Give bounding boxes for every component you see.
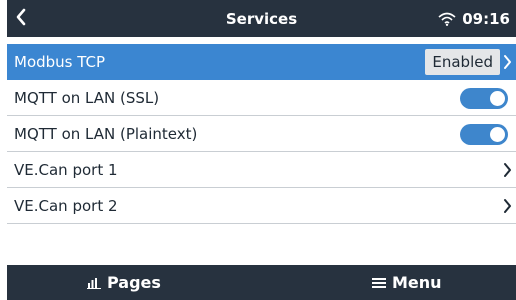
status-area: 09:16 (438, 0, 510, 37)
services-list: Modbus TCP Enabled MQTT on LAN (SSL) MQT… (7, 44, 516, 224)
chevron-right-icon (500, 152, 514, 188)
device-screen: Services 09:16 Modbus TCP Enabled MQTT o… (7, 0, 516, 300)
top-bar: Services 09:16 (7, 0, 516, 37)
toggle-knob (490, 91, 505, 106)
toggle-knob (490, 127, 505, 142)
list-item-modbus-tcp[interactable]: Modbus TCP Enabled (7, 44, 516, 80)
list-item-mqtt-plaintext[interactable]: MQTT on LAN (Plaintext) (7, 116, 516, 152)
chevron-right-icon (500, 188, 514, 224)
chevron-right-icon (500, 44, 514, 80)
menu-label: Menu (392, 273, 442, 292)
hamburger-menu-icon (372, 277, 386, 288)
list-item-mqtt-ssl[interactable]: MQTT on LAN (SSL) (7, 80, 516, 116)
list-item-label: Modbus TCP (14, 52, 106, 71)
list-item-vecan-port-2[interactable]: VE.Can port 2 (7, 188, 516, 224)
pages-label: Pages (107, 273, 161, 292)
list-item-label: VE.Can port 1 (14, 160, 118, 179)
list-item-label: MQTT on LAN (Plaintext) (14, 124, 198, 143)
wifi-icon (438, 12, 456, 26)
bar-chart-icon (87, 277, 101, 289)
list-item-vecan-port-1[interactable]: VE.Can port 1 (7, 152, 516, 188)
status-value: Enabled (425, 49, 500, 75)
list-item-label: VE.Can port 2 (14, 196, 118, 215)
mqtt-plaintext-toggle[interactable] (460, 124, 508, 145)
menu-button[interactable]: Menu (372, 265, 442, 300)
mqtt-ssl-toggle[interactable] (460, 88, 508, 109)
bottom-bar: Pages Menu (7, 265, 516, 300)
pages-button[interactable]: Pages (87, 265, 161, 300)
list-item-label: MQTT on LAN (SSL) (14, 88, 160, 107)
clock-time: 09:16 (462, 9, 510, 28)
